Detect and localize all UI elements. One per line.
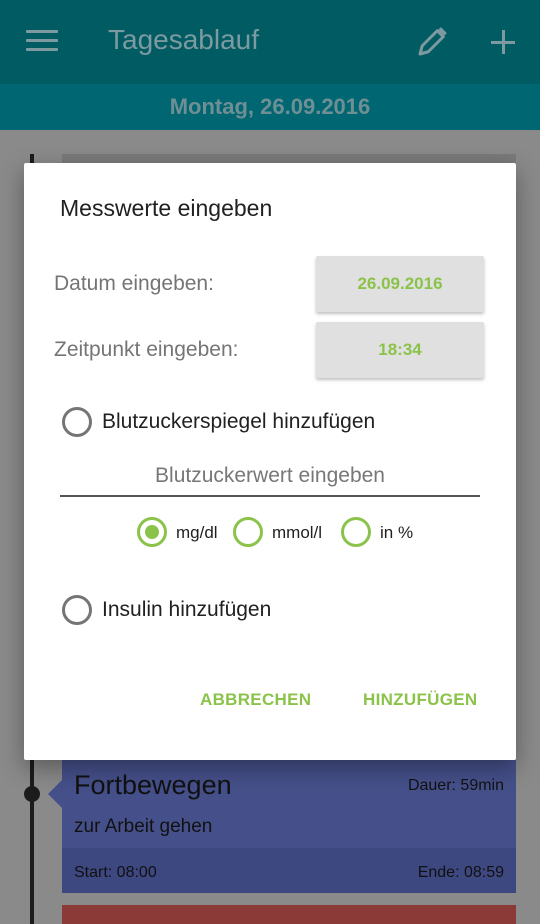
time-picker-button[interactable]: 18:34 [316, 322, 484, 378]
dialog-title: Messwerte eingeben [60, 195, 273, 221]
plus-icon[interactable] [488, 26, 520, 58]
app-bar: Tagesablauf [0, 0, 540, 84]
activity-duration: Dauer: 59min [407, 777, 504, 794]
pencil-icon[interactable] [414, 24, 450, 60]
activity-footer: Start: 08:00 Ende: 08:59 [62, 848, 516, 893]
unit-percent-label[interactable]: in % [380, 523, 413, 543]
date-header-text: Montag, 26.09.2016 [169, 94, 371, 119]
unit-mmol-label[interactable]: mmol/l [272, 523, 322, 543]
insulin-option-label[interactable]: Insulin hinzufügen [102, 598, 271, 622]
blood-sugar-input[interactable]: Blutzuckerwert eingeben [60, 461, 480, 497]
app-title: Tagesablauf [108, 24, 260, 55]
insulin-radio[interactable] [62, 595, 92, 625]
activity-card[interactable]: Fortbewegen Dauer: 59min zur Arbeit gehe… [48, 760, 516, 893]
cancel-button[interactable]: ABBRECHEN [200, 690, 311, 710]
next-activity-card-partial[interactable] [62, 905, 516, 924]
activity-title: Fortbewegen [74, 770, 232, 800]
unit-mgdl-radio[interactable] [137, 517, 167, 547]
blood-sugar-option-label[interactable]: Blutzuckerspiegel hinzufügen [102, 410, 375, 434]
timeline-dot [24, 786, 40, 802]
hamburger-menu-icon[interactable] [26, 30, 58, 54]
measurement-dialog: Messwerte eingeben Datum eingeben: 26.09… [24, 163, 516, 760]
unit-mgdl-label[interactable]: mg/dl [176, 523, 218, 543]
date-picker-button[interactable]: 26.09.2016 [316, 256, 484, 312]
unit-mmol-radio[interactable] [233, 517, 263, 547]
add-button[interactable]: HINZUFÜGEN [363, 690, 477, 710]
unit-percent-radio[interactable] [341, 517, 371, 547]
card-pointer [48, 780, 62, 808]
date-label: Datum eingeben: [54, 272, 214, 295]
activity-end: Ende: 08:59 [417, 864, 504, 881]
blood-sugar-radio[interactable] [62, 407, 92, 437]
activity-start: Start: 08:00 [74, 864, 157, 881]
date-header: Montag, 26.09.2016 [0, 84, 540, 130]
time-label: Zeitpunkt eingeben: [54, 338, 239, 361]
activity-subtitle: zur Arbeit gehen [74, 816, 213, 837]
